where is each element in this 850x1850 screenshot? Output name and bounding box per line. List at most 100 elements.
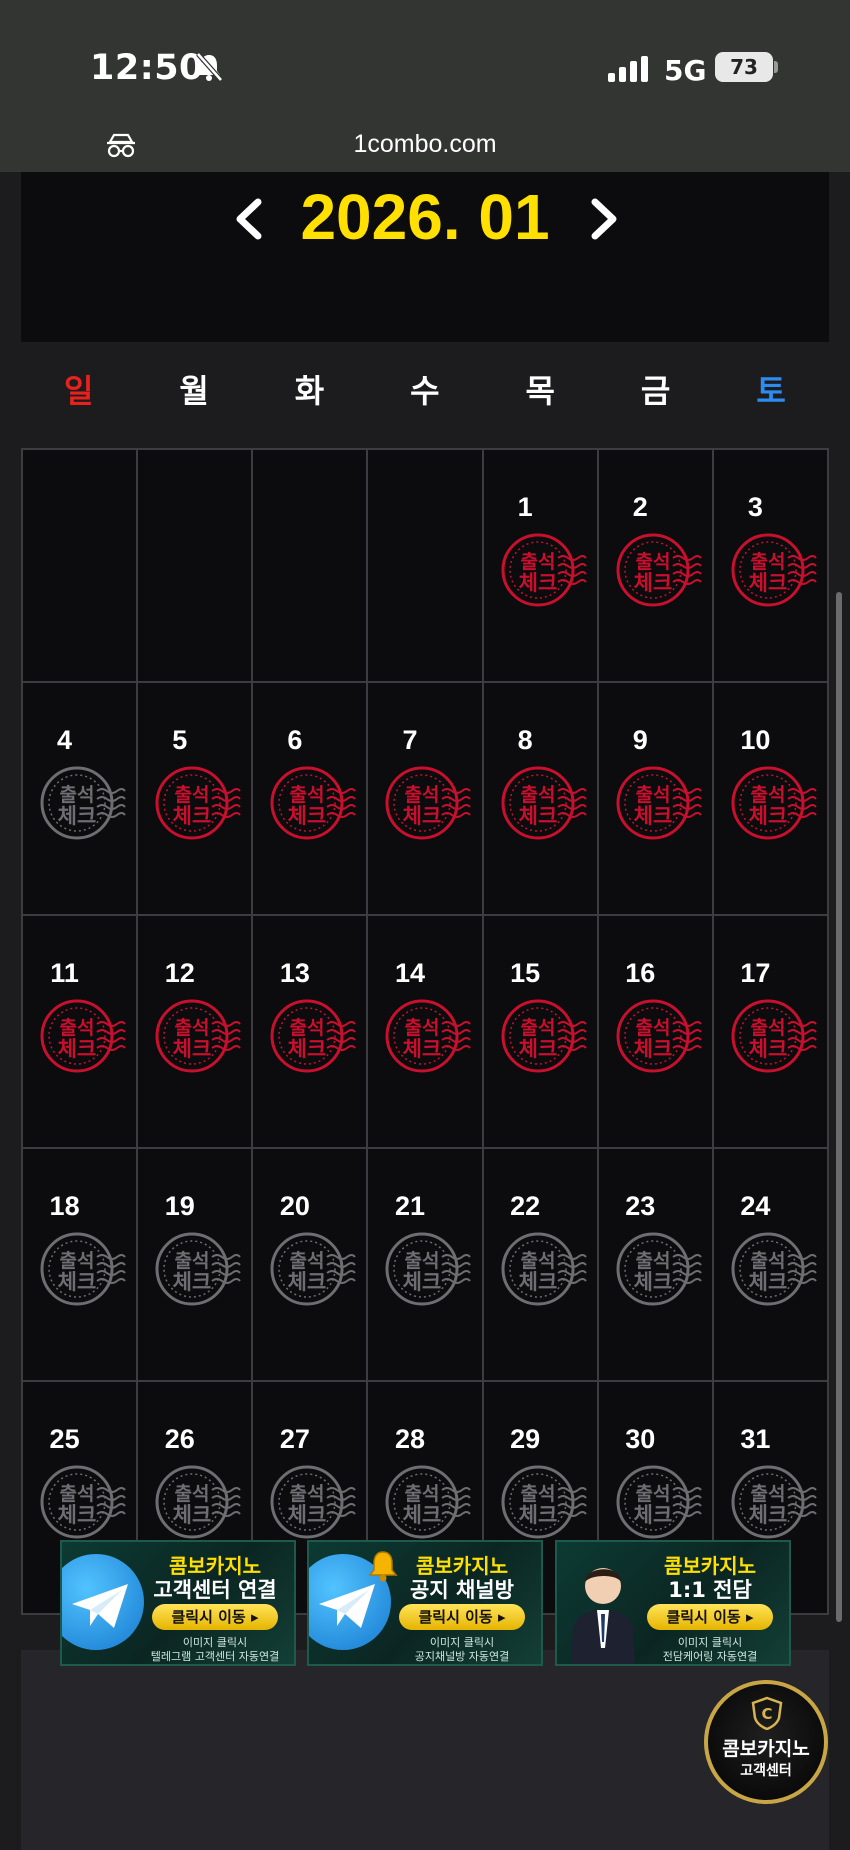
calendar-day-cell[interactable]: 14 출석 체크 [368, 916, 484, 1149]
stamp-text-bottom: 체크 [518, 1270, 557, 1294]
next-month-button[interactable] [585, 194, 625, 244]
calendar-day-cell[interactable]: 18 출석 체크 [23, 1149, 139, 1382]
calendar-empty-cell [23, 450, 139, 683]
customer-center-fab[interactable]: C 콤보카지노 고객센터 [704, 1680, 828, 1804]
stamp-text-top: 출석 [750, 1483, 785, 1505]
stamp-text-bottom: 체크 [403, 804, 442, 828]
calendar-day-cell[interactable]: 11 출석 체크 [23, 916, 139, 1149]
day-number: 1 [517, 492, 533, 522]
calendar-day-cell[interactable]: 17 출석 체크 [713, 916, 829, 1149]
calendar-day-cell[interactable]: 22 출석 체크 [483, 1149, 599, 1382]
stamp-text-bottom: 체크 [518, 1503, 557, 1527]
calendar-day-cell[interactable]: 15 출석 체크 [483, 916, 599, 1149]
attendance-stamp-empty-icon: 출석체크 [385, 1232, 472, 1306]
weekday-thursday: 목 [525, 372, 555, 410]
day-number: 8 [517, 725, 533, 755]
stamp-text-top: 출석 [750, 784, 785, 806]
calendar-day-cell[interactable]: 5 출석 체크 [138, 683, 254, 916]
day-number: 5 [172, 725, 188, 755]
attendance-stamp-empty-icon: 출석체크 [270, 1232, 357, 1306]
attendance-stamp-empty-icon: 출석체크 [385, 1465, 472, 1539]
stamp-text-top: 출석 [175, 1017, 210, 1039]
calendar-day-cell[interactable]: 7 출석 체크 [368, 683, 484, 916]
day-number: 18 [49, 1191, 80, 1221]
calendar-day-cell[interactable]: 9 출석 체크 [598, 683, 714, 916]
calendar-day-cell[interactable]: 8 출석 체크 [483, 683, 599, 916]
attendance-stamp-checked-icon: 출석체크 [385, 999, 472, 1073]
stamp-text-bottom: 체크 [58, 1037, 97, 1061]
day-number: 27 [279, 1424, 310, 1454]
stamp-text-top: 출석 [405, 1250, 440, 1272]
stamp-text-top: 출석 [750, 1250, 785, 1272]
banner-note: 전담케어링 자동연결 [662, 1650, 758, 1663]
calendar-day-cell[interactable]: 13 출석 체크 [253, 916, 369, 1149]
day-number: 2 [632, 492, 648, 522]
stamp-text-top: 출석 [405, 1483, 440, 1505]
stamp-text-top: 출석 [520, 1250, 555, 1272]
calendar-day-cell[interactable]: 24 출석 체크 [713, 1149, 829, 1382]
calendar-day-cell[interactable]: 3 출석 체크 [713, 450, 829, 683]
paper-plane-icon [319, 1584, 375, 1628]
stamp-text-bottom: 체크 [403, 1270, 442, 1294]
calendar-day-cell[interactable]: 20 출석 체크 [253, 1149, 369, 1382]
day-number: 10 [740, 725, 771, 755]
banner-subtitle: 고객센터 연결 [153, 1578, 277, 1602]
banner-button[interactable]: 클릭시 이동 ▸ [647, 1604, 773, 1630]
calendar-day-cell[interactable]: 1 출석 체크 [483, 450, 599, 683]
attendance-stamp-empty-icon: 출석체크 [731, 1232, 817, 1306]
banner-button[interactable]: 클릭시 이동 ▸ [399, 1604, 525, 1630]
stamp-text-bottom: 체크 [288, 1270, 327, 1294]
attendance-stamp-checked-icon: 출석체크 [270, 766, 357, 840]
attendance-stamp-checked-icon: 출석체크 [731, 766, 817, 840]
banner-dedicated-support[interactable]: 콤보카지노 1:1 전담 클릭시 이동 ▸ 이미지 클릭시 전담케어링 자동연결 [555, 1540, 791, 1666]
calendar-day-cell[interactable]: 16 출석 체크 [598, 916, 714, 1149]
stamp-text-top: 출석 [60, 1250, 95, 1272]
calendar-day-cell[interactable]: 23 출석 체크 [598, 1149, 714, 1382]
calendar-day-cell[interactable]: 2 출석 체크 [598, 450, 714, 683]
calendar-empty-cell [368, 450, 484, 683]
stamp-text-top: 출석 [60, 1017, 95, 1039]
scrollbar[interactable] [836, 592, 842, 1622]
browser-chrome: 12:50 5G 73 1combo.com [0, 0, 850, 172]
day-number: 12 [164, 958, 195, 988]
stamp-text-bottom: 체크 [749, 1270, 788, 1294]
calendar-day-cell[interactable]: 10 출석 체크 [713, 683, 829, 916]
stamp-text-bottom: 체크 [403, 1037, 442, 1061]
banner-note: 텔레그램 고객센터 자동연결 [150, 1650, 280, 1663]
calendar-day-cell[interactable]: 6 출석 체크 [253, 683, 369, 916]
weekday-tuesday: 화 [294, 372, 325, 410]
calendar-day-cell[interactable]: 21 출석 체크 [368, 1149, 484, 1382]
attendance-stamp-checked-icon: 출석체크 [501, 999, 587, 1073]
stamp-text-top: 출석 [175, 784, 210, 806]
calendar-day-cell[interactable]: 4 출석 체크 [23, 683, 139, 916]
attendance-stamp-empty-icon: 출석체크 [501, 1232, 587, 1306]
calendar-day-cell[interactable]: 12 출석 체크 [138, 916, 254, 1149]
stamp-text-bottom: 체크 [288, 1503, 327, 1527]
stamp-text-bottom: 체크 [173, 1037, 212, 1061]
attendance-stamp-empty-icon: 출석체크 [501, 1465, 587, 1539]
url-bar[interactable]: 1combo.com [0, 130, 850, 159]
stamp-text-top: 출석 [635, 1483, 670, 1505]
stamp-text-top: 출석 [750, 1017, 785, 1039]
attendance-stamp-empty-icon: 출석체크 [40, 1465, 126, 1539]
weekday-sunday: 일 [63, 372, 94, 410]
banner-telegram-support[interactable]: 콤보카지노 고객센터 연결 클릭시 이동 ▸ 이미지 클릭시 텔레그램 고객센터… [60, 1540, 296, 1666]
stamp-text-top: 출석 [60, 784, 95, 806]
stamp-text-bottom: 체크 [633, 571, 672, 595]
stamp-text-bottom: 체크 [173, 804, 212, 828]
day-number: 28 [394, 1424, 426, 1454]
stamp-text-bottom: 체크 [288, 804, 327, 828]
banner-button[interactable]: 클릭시 이동 ▸ [152, 1604, 278, 1630]
stamp-text-top: 출석 [520, 1483, 555, 1505]
attendance-stamp-checked-icon: 출석체크 [501, 766, 587, 840]
stamp-text-top: 출석 [635, 1250, 670, 1272]
network-label: 5G [664, 54, 707, 87]
stamp-text-top: 출석 [175, 1483, 210, 1505]
day-number: 3 [747, 492, 763, 522]
banner-notice-channel[interactable]: 콤보카지노 공지 채널방 클릭시 이동 ▸ 이미지 클릭시 공지채널방 자동연결 [307, 1540, 543, 1666]
weekday-header: 일 월 화 수 목 금 토 [21, 362, 829, 420]
banner-subtitle: 1:1 전담 [668, 1578, 752, 1602]
stamp-text-top: 출석 [290, 1017, 325, 1039]
stamp-text-top: 출석 [290, 1250, 325, 1272]
calendar-day-cell[interactable]: 19 출석 체크 [138, 1149, 254, 1382]
